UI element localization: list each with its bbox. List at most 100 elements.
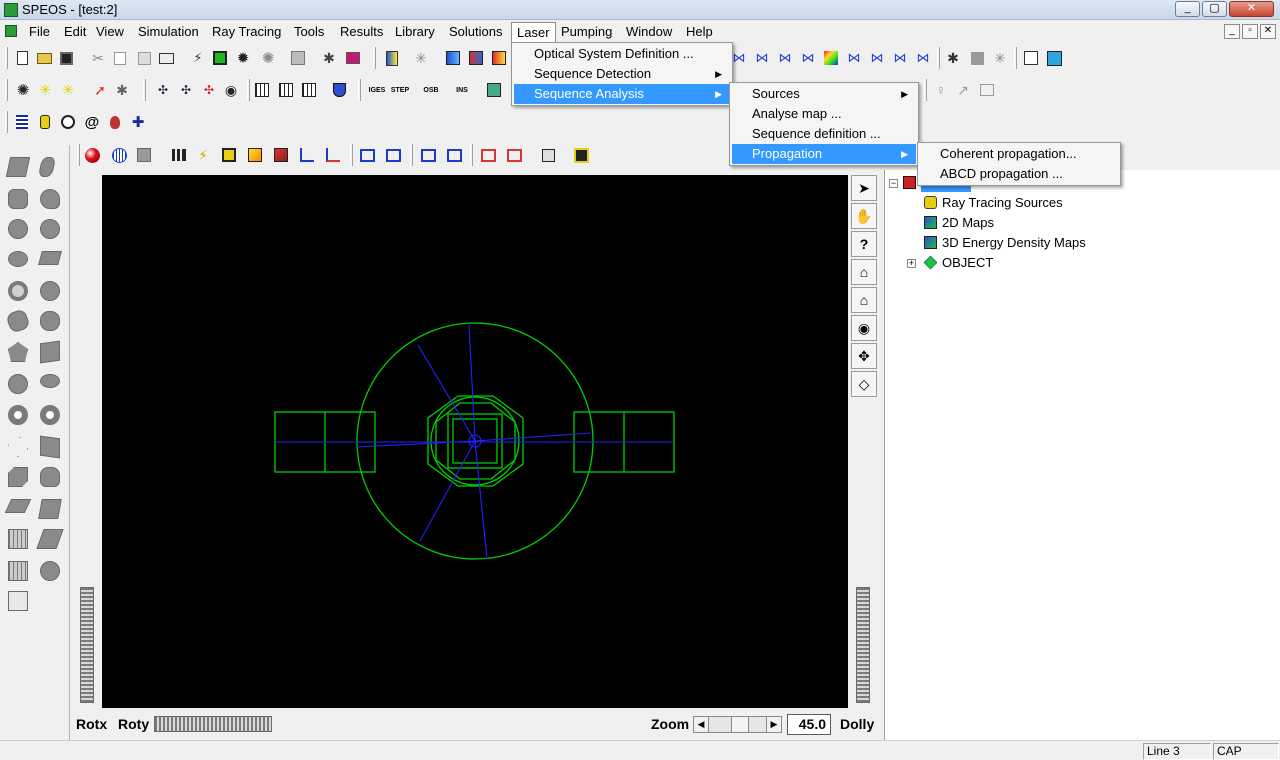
menu-ray-tracing[interactable]: Ray Tracing — [207, 22, 286, 42]
tree-item-object[interactable]: OBJECT — [942, 255, 993, 270]
shape-22-icon[interactable] — [40, 467, 60, 487]
shape-9-icon[interactable] — [8, 281, 28, 301]
close-button[interactable]: ✕ — [1229, 1, 1274, 17]
toolbar-grip[interactable] — [937, 47, 940, 69]
shape-11-icon[interactable] — [5, 308, 31, 334]
shape-3-icon[interactable] — [8, 189, 28, 209]
xmp-2-icon[interactable]: ✣ — [176, 80, 196, 100]
box-icon[interactable]: ◇ — [851, 371, 877, 397]
shape-12-icon[interactable] — [40, 311, 60, 331]
toolbar-grip[interactable] — [373, 47, 376, 69]
rainbow-icon[interactable] — [821, 48, 841, 68]
menu-sequence-analysis[interactable]: Sequence Analysis ▶ — [514, 84, 730, 104]
shape-17-icon[interactable] — [8, 405, 28, 425]
roty-slider[interactable] — [154, 716, 272, 732]
shape-25-icon[interactable] — [8, 529, 28, 549]
xmp-3-icon[interactable]: ✣ — [199, 80, 219, 100]
layers-icon[interactable] — [977, 80, 997, 100]
menu-sequence-definition[interactable]: Sequence definition ... — [732, 124, 916, 144]
yellow-star-2-icon[interactable]: ✳ — [58, 80, 78, 100]
toolbar-grip[interactable] — [5, 79, 8, 101]
menu-analyse-map[interactable]: Analyse map ... — [732, 104, 916, 124]
ins-icon[interactable]: INS — [452, 80, 472, 100]
measure-6-icon[interactable]: ⋈ — [867, 48, 887, 68]
eye-tool-icon[interactable]: ◉ — [221, 80, 241, 100]
green-box-icon[interactable] — [210, 48, 230, 68]
grid-3-icon[interactable] — [299, 80, 319, 100]
gear-icon[interactable]: ✹ — [233, 48, 253, 68]
help-icon[interactable]: ? — [851, 231, 877, 257]
axes-2-icon[interactable] — [323, 145, 343, 165]
save-icon[interactable] — [56, 48, 76, 68]
red-sphere-icon[interactable] — [82, 145, 102, 165]
menu-laser[interactable]: Laser — [511, 22, 556, 42]
mdi-close-button[interactable]: ✕ — [1260, 24, 1276, 39]
tree-item-2d-maps[interactable]: 2D Maps — [942, 215, 994, 230]
measure-8-icon[interactable]: ⋈ — [913, 48, 933, 68]
tree-root-expander[interactable]: − — [889, 179, 898, 188]
toolbar-grip[interactable] — [350, 144, 353, 166]
shape-27-icon[interactable] — [8, 561, 28, 581]
maximize-button[interactable]: ▢ — [1202, 1, 1227, 17]
menu-simulation[interactable]: Simulation — [133, 22, 204, 42]
select-box-2-icon[interactable] — [383, 145, 403, 165]
select-box-4-icon[interactable] — [444, 145, 464, 165]
minimize-button[interactable]: _ — [1175, 1, 1200, 17]
delete-icon[interactable] — [288, 48, 308, 68]
shape-19-icon[interactable] — [8, 437, 28, 457]
shape-20-icon[interactable] — [40, 435, 60, 459]
menu-tools[interactable]: Tools — [289, 22, 329, 42]
shape-29-icon[interactable] — [8, 591, 28, 611]
flash-chart-icon[interactable]: ⚡ — [193, 145, 213, 165]
toolbar-grip[interactable] — [5, 47, 8, 69]
measure-5-icon[interactable]: ⋈ — [844, 48, 864, 68]
pan-hand-icon[interactable]: ✋ — [851, 203, 877, 229]
shield-icon[interactable] — [329, 80, 349, 100]
measure-3-icon[interactable]: ⋈ — [775, 48, 795, 68]
menu-file[interactable]: File — [24, 22, 55, 42]
shape-4-icon[interactable] — [40, 189, 60, 209]
eye-icon[interactable]: ◉ — [851, 315, 877, 341]
shape-10-icon[interactable] — [40, 281, 60, 301]
menu-view[interactable]: View — [91, 22, 129, 42]
measure-2-icon[interactable]: ⋈ — [752, 48, 772, 68]
laser-icon[interactable]: ✳ — [990, 48, 1010, 68]
shape-6-icon[interactable] — [40, 219, 60, 239]
at-icon[interactable]: @ — [82, 112, 102, 132]
menu-optical-system-definition[interactable]: Optical System Definition ... — [514, 44, 730, 64]
map-icon[interactable] — [484, 80, 504, 100]
frame-icon[interactable] — [219, 145, 239, 165]
disk-icon[interactable] — [571, 145, 591, 165]
tree-item-3d-energy-density-maps[interactable]: 3D Energy Density Maps — [942, 235, 1086, 250]
detector-icon[interactable] — [443, 48, 463, 68]
menu-library[interactable]: Library — [390, 22, 440, 42]
cut-icon[interactable]: ✂ — [88, 48, 108, 68]
copy-icon[interactable] — [110, 48, 130, 68]
toolbar-grip[interactable] — [924, 79, 927, 101]
yellow-star-icon[interactable]: ✳ — [35, 80, 55, 100]
detector-3-icon[interactable] — [489, 48, 509, 68]
grey-cube-icon[interactable] — [134, 145, 154, 165]
shape-26-icon[interactable] — [36, 529, 64, 549]
measure-4-icon[interactable]: ⋈ — [798, 48, 818, 68]
wire-sphere-icon[interactable] — [109, 145, 129, 165]
select-arrow-icon[interactable]: ➤ — [851, 175, 877, 201]
menu-help[interactable]: Help — [681, 22, 718, 42]
list-icon[interactable] — [12, 112, 32, 132]
red-cube-icon[interactable] — [271, 145, 291, 165]
menu-coherent-propagation[interactable]: Coherent propagation... — [920, 144, 1118, 164]
object-expander[interactable]: + — [907, 259, 916, 268]
step-icon[interactable]: STEP — [390, 80, 410, 100]
lens-icon[interactable] — [382, 48, 402, 68]
toolbar-grip[interactable] — [77, 144, 80, 166]
target-icon[interactable] — [1044, 48, 1064, 68]
zoom-right-button[interactable]: ▶ — [766, 716, 782, 733]
menu-edit[interactable]: Edit — [59, 22, 91, 42]
arrow-source-icon[interactable]: ➚ — [90, 80, 110, 100]
stop-icon[interactable] — [967, 48, 987, 68]
ray-icon[interactable]: ✱ — [319, 48, 339, 68]
axes-icon[interactable] — [297, 145, 317, 165]
osb-icon[interactable]: OSB — [421, 80, 441, 100]
menu-pumping[interactable]: Pumping — [556, 22, 617, 42]
tree-item-ray-tracing-sources[interactable]: Ray Tracing Sources — [942, 195, 1063, 210]
